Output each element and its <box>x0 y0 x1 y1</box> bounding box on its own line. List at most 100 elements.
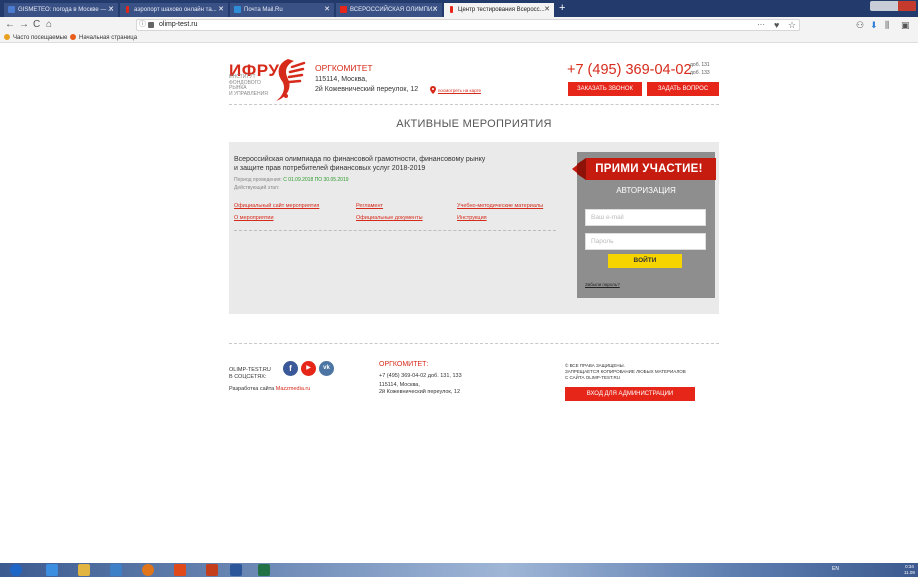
home-icon[interactable]: ⌂ <box>46 18 52 31</box>
phone-number[interactable]: +7 (495) 369-04-02 <box>567 62 692 78</box>
event-stage: Действующий этап: <box>234 185 280 191</box>
phone-ext-1: доб. 131 <box>690 62 710 68</box>
take-part-banner-text: ПРИМИ УЧАСТИЕ! <box>595 163 703 175</box>
close-tab-icon[interactable]: ✕ <box>324 3 330 17</box>
lock-icon <box>148 22 154 28</box>
ie-icon[interactable] <box>46 564 58 576</box>
developer-link[interactable]: Mazzmedia.ru <box>276 386 311 392</box>
show-on-map-link[interactable]: посмотреть на карте <box>438 88 481 93</box>
forward-arrow-icon[interactable]: → <box>19 18 29 31</box>
official-site-link[interactable]: Официальный сайт мероприятия <box>234 203 319 209</box>
org-title: ОРГКОМИТЕТ <box>315 63 373 73</box>
sidebar-icon[interactable]: ▣ <box>901 19 910 31</box>
bookmarks-bar: Часто посещаемые Начальная страница <box>0 33 918 43</box>
header-divider <box>229 104 719 105</box>
ask-question-button[interactable]: Задать вопрос <box>647 82 719 96</box>
yandex-browser-icon[interactable] <box>174 564 186 576</box>
copyright-notice: © ВСЕ ПРАВА ЗАЩИЩЕНЫ. ЗАПРЕЩАЕТСЯ КОПИРО… <box>565 363 686 380</box>
section-title: АКТИВНЫЕ МЕРОПРИЯТИЯ <box>396 118 552 130</box>
footer-org-title: ОРГКОМИТЕТ: <box>379 361 429 368</box>
tab-testing-center[interactable]: Центр тестирования Всеросс... ✕ <box>444 3 554 17</box>
bookmark-start-page[interactable]: Начальная страница <box>70 33 137 43</box>
social-label: OLIMP-TEST.RU В СОЦСЕТЯХ: <box>229 367 271 380</box>
tab-label: аэропорт шахово онлайн та... <box>134 7 217 13</box>
password-field[interactable]: Пароль <box>585 233 706 250</box>
page-actions-icon[interactable]: ··· <box>757 19 765 31</box>
phone-ext-2: доб. 133 <box>690 70 710 76</box>
url-text[interactable]: olimp-test.ru <box>159 20 198 30</box>
materials-link[interactable]: Учебно-методические материалы <box>457 203 543 209</box>
vk-icon[interactable]: vk <box>319 361 334 376</box>
gear-icon <box>4 34 10 40</box>
bookmark-most-visited[interactable]: Часто посещаемые <box>4 33 67 43</box>
start-button-icon[interactable] <box>10 564 22 576</box>
mail-favicon-icon <box>234 6 241 13</box>
browser-tab-bar: GISMETEO: погода в Москве — ... ✕ аэропо… <box>0 0 918 17</box>
tab-label: Центр тестирования Всеросс... <box>458 7 545 13</box>
event-title-line1: Всероссийская олимпиада по финансовой гр… <box>234 156 486 163</box>
org-address-line2: 2й Кожевнический переулок, 12 <box>315 86 419 93</box>
tab-label: Почта Mail.Ru <box>244 7 283 13</box>
powerpoint-icon[interactable] <box>206 564 218 576</box>
email-field[interactable]: Ваш e-mail <box>585 209 706 226</box>
word-icon[interactable] <box>230 564 242 576</box>
firefox-icon[interactable] <box>142 564 154 576</box>
site-info-icon[interactable]: ⓘ <box>139 20 146 30</box>
browser-nav-bar: ← → C ⌂ ⓘ olimp-test.ru ··· ♥ ☆ ⚇ ⬇ ⫼ ▣ <box>0 17 918 33</box>
pocket-icon[interactable]: ♥ <box>774 19 779 31</box>
youtube-icon[interactable]: ▶ <box>301 361 316 376</box>
account-icon[interactable]: ⚇ <box>856 19 864 31</box>
admin-login-button[interactable]: Вход для администрации <box>565 387 695 401</box>
event-divider <box>234 230 556 231</box>
event-period-value: С 01.09.2018 ПО 30.05.2019 <box>283 177 349 183</box>
tab-label: GISMETEO: погода в Москве — ... <box>18 7 114 13</box>
about-event-link[interactable]: О мероприятии <box>234 215 274 221</box>
library-icon[interactable]: ⫼ <box>885 19 889 31</box>
address-bar[interactable]: ⓘ olimp-test.ru ··· <box>136 19 800 31</box>
olympiad-favicon-icon <box>340 6 347 13</box>
download-icon[interactable]: ⬇ <box>870 19 878 31</box>
language-indicator[interactable]: EN <box>832 566 839 572</box>
request-call-button[interactable]: Заказать звонок <box>568 82 642 96</box>
window-close-button[interactable] <box>898 1 916 11</box>
explorer-icon[interactable] <box>78 564 90 576</box>
footer-phone: +7 (495) 369-04-02 доб. 131, 133 <box>379 373 462 379</box>
tab-gismeteo[interactable]: GISMETEO: погода в Москве — ... ✕ <box>4 3 118 17</box>
close-tab-icon[interactable]: ✕ <box>544 3 550 17</box>
window-controls[interactable] <box>870 1 916 11</box>
firefox-icon <box>70 34 76 40</box>
close-tab-icon[interactable]: ✕ <box>108 3 114 17</box>
media-player-icon[interactable] <box>110 564 122 576</box>
tab-mail[interactable]: Почта Mail.Ru ✕ <box>230 3 334 17</box>
reload-icon[interactable]: C <box>33 18 40 31</box>
map-pin-icon <box>430 86 436 94</box>
forgot-password-link[interactable]: Забыли пароль? <box>585 282 620 287</box>
tab-olympiad[interactable]: ВСЕРОССИЙСКАЯ ОЛИМПИ... ✕ <box>336 3 442 17</box>
event-title-line2: и защите прав потребителей финансовых ус… <box>234 165 426 172</box>
excel-icon[interactable] <box>258 564 270 576</box>
official-docs-link[interactable]: Официальные документы <box>356 215 423 221</box>
instruction-link[interactable]: Инструкция <box>457 215 487 221</box>
tab-airport[interactable]: аэропорт шахово онлайн та... ✕ <box>120 3 228 17</box>
login-button[interactable]: Войти <box>608 254 682 268</box>
event-period: Период проведения: С 01.09.2018 ПО 30.05… <box>234 177 349 183</box>
org-address-line1: 115114, Москва, <box>315 76 368 83</box>
bookmark-star-icon[interactable]: ☆ <box>788 19 796 31</box>
system-clock[interactable]: 0:34 11.09 <box>904 564 915 576</box>
back-arrow-icon[interactable]: ← <box>5 18 15 31</box>
close-tab-icon[interactable]: ✕ <box>432 3 438 17</box>
gismeteo-favicon-icon <box>8 6 15 13</box>
close-tab-icon[interactable]: ✕ <box>218 3 224 17</box>
reglament-link[interactable]: Регламент <box>356 203 383 209</box>
footer-address-line2: 2й Кожевнический переулок, 12 <box>379 389 461 395</box>
logo-mark-icon <box>276 59 306 101</box>
footer-divider <box>229 343 719 344</box>
yandex-favicon-icon <box>126 6 129 13</box>
tab-label: ВСЕРОССИЙСКАЯ ОЛИМПИ... <box>350 7 438 13</box>
facebook-icon[interactable]: f <box>283 361 298 376</box>
windows-taskbar: EN 0:34 11.09 <box>0 563 918 577</box>
new-tab-button[interactable]: + <box>559 2 565 14</box>
footer-address-line1: 115114, Москва, <box>379 382 420 388</box>
developer-credit: Разработка сайта Mazzmedia.ru <box>229 386 311 392</box>
ifru-favicon-icon <box>450 6 453 13</box>
